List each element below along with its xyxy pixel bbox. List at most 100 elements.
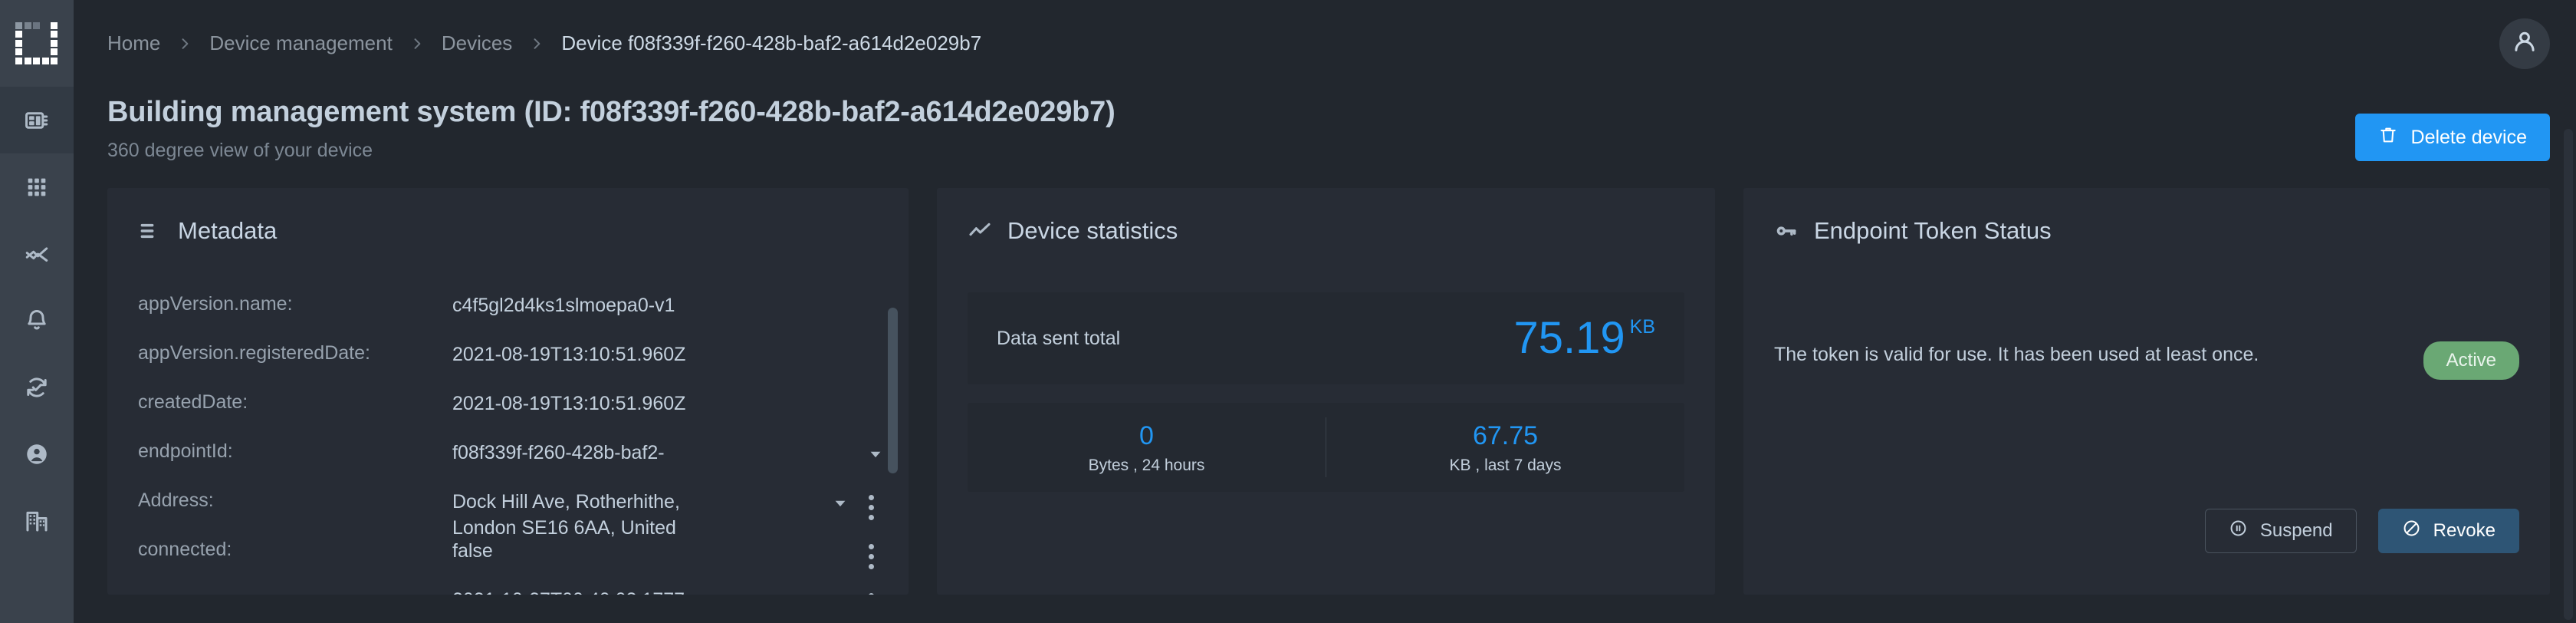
data-sent-total-card: Data sent total 75.19 KB (968, 292, 1684, 384)
breadcrumb-item-devices[interactable]: Devices (442, 31, 512, 55)
stat-kb-7days-value: 67.75 (1472, 420, 1539, 450)
metadata-row: endpointId: f08f339f-f260-428b-baf2- (107, 440, 909, 489)
metadata-key: appVersion.registeredDate: (138, 342, 370, 364)
metadata-key: appVersion.name: (138, 293, 293, 315)
breadcrumb-item-home[interactable]: Home (107, 31, 160, 55)
revoke-button[interactable]: Revoke (2377, 509, 2519, 553)
metadata-row: appVersion.registeredDate: 2021-08-19T13… (107, 341, 909, 391)
chevron-right-icon (529, 36, 544, 51)
ban-icon (2402, 519, 2421, 543)
panels-row: Metadata appVersion.name: c4f5gl2d4ks1sl… (74, 188, 2576, 595)
metadata-list: appVersion.name: c4f5gl2d4ks1slmoepa0-v1… (107, 292, 909, 595)
stat-kb-7days: 67.75 KB , last 7 days (1326, 420, 1684, 476)
metadata-key: createdDate: (138, 391, 248, 413)
data-sent-total-unit: KB (1629, 316, 1655, 338)
building-icon (24, 508, 50, 534)
key-icon (1774, 219, 1799, 243)
chevron-right-icon (177, 36, 192, 51)
metadata-panel-header: Metadata (107, 188, 909, 245)
sidebar-item-users[interactable] (0, 420, 74, 487)
page-header-text: Building management system (ID: f08f339f… (107, 96, 1116, 162)
metadata-value: 2021-10-27T00:40:03.1777 (452, 587, 827, 595)
metadata-row: Address: Dock Hill Ave, Rotherhithe, Lon… (107, 489, 909, 539)
breadcrumb-item-device-management[interactable]: Device management (209, 31, 392, 55)
user-circle-icon (24, 441, 50, 467)
metadata-row: appVersion.name: c4f5gl2d4ks1slmoepa0-v1 (107, 292, 909, 341)
sidebar (0, 0, 74, 623)
revoke-label: Revoke (2433, 520, 2496, 541)
data-sent-total-label: Data sent total (997, 327, 1121, 349)
row-menu-button[interactable] (853, 544, 889, 569)
token-actions: Suspend Revoke (2204, 509, 2519, 553)
sync-check-icon (24, 374, 50, 400)
page-subtitle: 360 degree view of your device (107, 140, 373, 161)
metadata-value-line2: London SE16 6AA, United (452, 517, 676, 539)
suspend-button[interactable]: Suspend (2204, 509, 2357, 553)
metadata-row: 2021-10-27T00:40:03.1777 (107, 587, 909, 595)
metadata-scrollbar-thumb[interactable] (888, 308, 898, 473)
metadata-panel: Metadata appVersion.name: c4f5gl2d4ks1sl… (107, 188, 909, 595)
user-icon (2511, 28, 2538, 59)
metadata-value-line1: Dock Hill Ave, Rotherhithe, (452, 491, 680, 513)
row-menu-button[interactable] (853, 495, 889, 520)
apps-grid-icon (24, 174, 50, 200)
sidebar-item-devices[interactable] (0, 87, 74, 153)
data-sent-total-value: 75.19 (1513, 313, 1625, 363)
token-panel-header: Endpoint Token Status (1743, 188, 2550, 245)
caret-placeholder (827, 590, 853, 595)
chevron-right-icon (409, 36, 425, 51)
metadata-row: createdDate: 2021-08-19T13:10:51.960Z (107, 391, 909, 440)
sidebar-item-alerts[interactable] (0, 287, 74, 354)
metadata-scrollbar[interactable] (888, 308, 898, 584)
token-status-body: The token is valid for use. It has been … (1774, 338, 2519, 380)
statistics-panel-title: Device statistics (1007, 217, 1178, 244)
app-root: Home Device management Devices Device f0… (0, 0, 2576, 623)
metadata-value: false (452, 540, 493, 562)
breadcrumb-item-current-device: Device f08f339f-f260-428b-baf2-a614d2e02… (561, 31, 982, 54)
stat-bytes-24h-label: Bytes , 24 hours (1088, 457, 1205, 475)
page-title: Building management system (ID: f08f339f… (107, 96, 1116, 128)
topbar: Home Device management Devices Device f0… (74, 0, 2576, 87)
data-sent-total-value-group: 75.19 KB (1513, 316, 1655, 361)
page-scrollbar[interactable] (2564, 129, 2573, 620)
page-header: Building management system (ID: f08f339f… (74, 87, 2576, 162)
metadata-value: 2021-08-19T13:10:51.960Z (452, 344, 686, 365)
statistics-split-card: 0 Bytes , 24 hours 67.75 KB , last 7 day… (968, 403, 1684, 492)
stat-kb-7days-label: KB , last 7 days (1449, 457, 1562, 475)
metadata-panel-title: Metadata (178, 217, 278, 244)
delete-device-button[interactable]: Delete device (2354, 114, 2550, 161)
statistics-panel-header: Device statistics (937, 188, 1715, 245)
suspend-label: Suspend (2259, 520, 2333, 541)
sidebar-item-organization[interactable] (0, 487, 74, 554)
stat-bytes-24h-value: 0 (1139, 420, 1154, 450)
avatar[interactable] (2499, 18, 2550, 69)
list-lines-icon (138, 219, 163, 243)
metadata-value: f08f339f-f260-428b-baf2- (452, 442, 665, 463)
bell-icon (24, 308, 50, 334)
breadcrumb: Home Device management Devices Device f0… (107, 31, 2499, 55)
sidebar-item-apps[interactable] (0, 153, 74, 220)
row-menu-button[interactable] (853, 593, 889, 595)
caret-placeholder (827, 541, 853, 564)
delete-device-label: Delete device (2410, 126, 2527, 148)
logo-pixel-grid (15, 21, 58, 65)
trend-line-icon (968, 219, 992, 243)
status-badge: Active (2423, 341, 2519, 380)
analytics-chart-icon (24, 241, 50, 267)
expand-caret-icon[interactable] (863, 443, 889, 466)
metadata-value: 2021-08-19T13:10:51.960Z (452, 393, 686, 414)
pause-circle-icon (2229, 519, 2248, 543)
metadata-row: connected: false (107, 538, 909, 587)
token-panel-title: Endpoint Token Status (1814, 217, 2052, 244)
metadata-key: endpointId: (138, 440, 233, 462)
metadata-key: Address: (138, 490, 214, 511)
expand-caret-icon[interactable] (827, 492, 853, 515)
metadata-value: Dock Hill Ave, Rotherhithe, London SE16 … (452, 489, 827, 541)
sidebar-item-analytics[interactable] (0, 220, 74, 287)
device-statistics-panel: Device statistics Data sent total 75.19 … (937, 188, 1715, 595)
sidebar-item-sync[interactable] (0, 354, 74, 420)
app-logo[interactable] (0, 0, 74, 87)
token-status-message: The token is valid for use. It has been … (1774, 344, 2259, 365)
device-chip-icon (24, 107, 50, 134)
stat-bytes-24h: 0 Bytes , 24 hours (968, 420, 1326, 476)
